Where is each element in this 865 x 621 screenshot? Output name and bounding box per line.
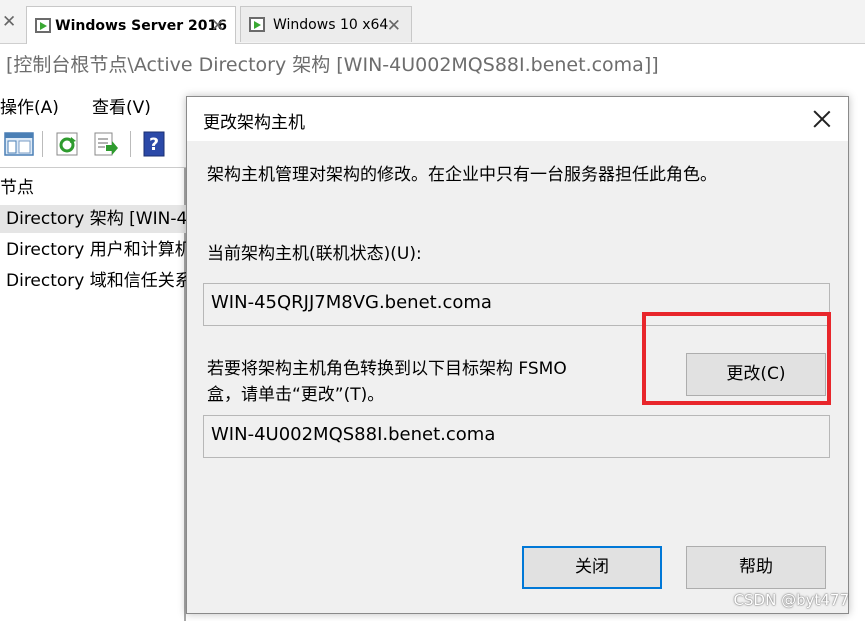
console-tree: 节点 Directory 架构 [WIN-4U002MQS88I.benet.c… <box>0 168 186 621</box>
tree-item-ad-domains-trusts[interactable]: Directory 域和信任关系 <box>0 267 186 295</box>
current-master-field[interactable]: WIN-45QRJJ7M8VG.benet.coma <box>203 283 830 326</box>
menu-view[interactable]: 查看(V) <box>92 93 151 118</box>
tab-windows-server-2016[interactable]: Windows Server 2016 ✕ <box>26 6 236 44</box>
tab-label: Windows Server 2016 <box>55 17 227 34</box>
menu-action[interactable]: 操作(A) <box>0 93 59 118</box>
vm-running-icon <box>35 17 51 35</box>
close-icon[interactable]: ✕ <box>387 16 401 36</box>
change-button[interactable]: 更改(C) <box>686 353 826 396</box>
watermark: CSDN @byt477 <box>733 591 849 609</box>
tree-item-ad-users-computers[interactable]: Directory 用户和计算机 <box>0 236 186 264</box>
refresh-icon[interactable] <box>54 131 80 157</box>
close-button[interactable]: 关闭 <box>522 546 662 589</box>
dialog-titlebar: 更改架构主机 <box>187 97 848 141</box>
close-icon[interactable] <box>810 107 834 131</box>
window-title: [控制台根节点\Active Directory 架构 [WIN-4U002MQ… <box>6 54 659 76</box>
tab-label: Windows 10 x64 <box>273 16 389 33</box>
export-list-icon[interactable] <box>92 131 118 157</box>
toolbar-separator <box>42 131 43 157</box>
close-icon[interactable]: ✕ <box>211 16 225 36</box>
tree-item-ad-schema[interactable]: Directory 架构 [WIN-4U002MQS88I.benet.coma… <box>0 205 186 233</box>
vm-tab-strip: ✕ Windows Server 2016 ✕ Windows 10 x64 ✕ <box>0 0 865 44</box>
transfer-instruction-line1: 若要将架构主机角色转换到以下目标架构 FSMO <box>207 359 567 379</box>
current-master-label: 当前架构主机(联机状态)(U): <box>207 244 422 264</box>
toolbar: ? <box>0 127 200 163</box>
vm-running-icon <box>249 16 267 34</box>
svg-text:?: ? <box>149 135 159 155</box>
toolbar-separator <box>130 131 131 157</box>
dialog-title: 更改架构主机 <box>203 113 305 133</box>
change-schema-master-dialog: 更改架构主机 架构主机管理对架构的修改。在企业中只有一台服务器担任此角色。 当前… <box>186 96 849 614</box>
help-icon[interactable]: ? <box>142 131 168 157</box>
transfer-instruction-line2: 盒，请单击“更改”(T)。 <box>207 385 385 405</box>
tree-root[interactable]: 节点 <box>0 174 186 202</box>
dialog-description: 架构主机管理对架构的修改。在企业中只有一台服务器担任此角色。 <box>207 165 717 185</box>
close-icon[interactable]: ✕ <box>2 12 16 32</box>
show-hide-console-tree-icon[interactable] <box>4 131 34 157</box>
tab-windows-10-x64[interactable]: Windows 10 x64 ✕ <box>240 6 412 42</box>
help-button[interactable]: 帮助 <box>686 546 826 589</box>
target-master-field[interactable]: WIN-4U002MQS88I.benet.coma <box>203 415 830 458</box>
